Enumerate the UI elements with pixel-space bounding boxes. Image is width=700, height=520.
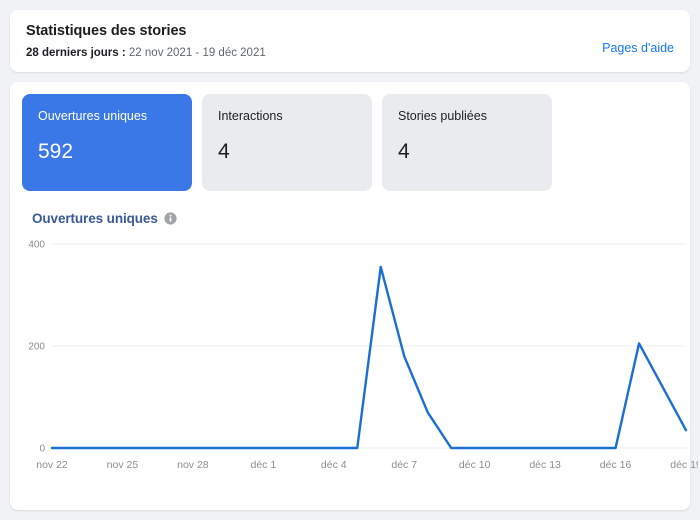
x-axis-tick-label: nov 25 xyxy=(107,459,139,471)
metric-card-interactions[interactable]: Interactions 4 xyxy=(202,94,372,191)
x-axis-tick-label: déc 7 xyxy=(391,459,417,471)
x-axis-tick-label: nov 28 xyxy=(177,459,209,471)
chart-title: Ouvertures uniques xyxy=(32,211,158,226)
x-axis-tick-label: déc 10 xyxy=(459,459,491,471)
help-pages-link[interactable]: Pages d'aide xyxy=(602,41,674,55)
date-range-value: 22 nov 2021 - 19 déc 2021 xyxy=(125,47,266,59)
metric-label: Stories publiées xyxy=(398,109,487,123)
date-range-prefix: 28 derniers jours : xyxy=(26,47,126,59)
metric-card-published-stories[interactable]: Stories publiées 4 xyxy=(382,94,552,191)
metric-value: 592 xyxy=(38,140,74,163)
metric-label: Interactions xyxy=(218,109,283,123)
info-circle-icon[interactable] xyxy=(164,212,177,225)
x-axis-tick-label: déc 19 xyxy=(670,459,698,471)
y-axis-tick-label: 400 xyxy=(28,240,45,251)
chart-header: Ouvertures uniques xyxy=(32,211,678,226)
metric-card-unique-opens[interactable]: Ouvertures uniques 592 xyxy=(22,94,192,191)
page-title: Statistiques des stories xyxy=(26,23,187,39)
x-axis-tick-label: déc 4 xyxy=(321,459,347,471)
x-axis-tick-label: déc 16 xyxy=(600,459,632,471)
x-axis-tick-label: déc 1 xyxy=(250,459,276,471)
date-range-subtitle: 28 derniers jours : 22 nov 2021 - 19 déc… xyxy=(26,46,674,60)
chart-area: 0 200 400 nov 22 nov 25 nov 28 déc 1 déc 4 déc 7… xyxy=(22,234,698,494)
y-axis-tick-label: 200 xyxy=(28,342,45,353)
metric-card-list: Ouvertures uniques 592 Interactions 4 St… xyxy=(22,94,678,191)
metric-label: Ouvertures uniques xyxy=(38,109,148,123)
x-axis-tick-label: nov 22 xyxy=(36,459,68,471)
chart-series-line xyxy=(50,265,688,450)
insights-body-card: Ouvertures uniques 592 Interactions 4 St… xyxy=(10,82,698,510)
y-axis-tick-label: 0 xyxy=(39,444,45,455)
x-axis-tick-label: déc 13 xyxy=(529,459,561,471)
metric-value: 4 xyxy=(218,140,230,163)
metric-value: 4 xyxy=(398,140,410,163)
header-card: Statistiques des stories 28 derniers jou… xyxy=(10,10,690,72)
unique-opens-line-chart: 0 200 400 nov 22 nov 25 nov 28 déc 1 déc 4 déc 7… xyxy=(28,240,698,472)
stories-insights-page: Statistiques des stories 28 derniers jou… xyxy=(0,0,700,520)
